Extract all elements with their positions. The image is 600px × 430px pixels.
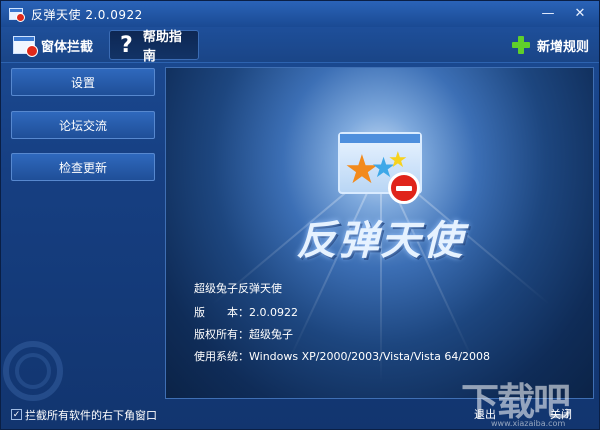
forum-button[interactable]: 论坛交流 [11,111,155,139]
brand-logo-text: 反弹天使 [296,218,465,264]
add-rule-button[interactable]: 新增规则 [505,30,595,60]
help-guide-label: 帮助指南 [142,30,182,64]
plus-icon [511,35,531,55]
minimize-button[interactable]: — [539,5,557,22]
toolbar: 窗体拦截 ? 帮助指南 新增规则 [1,27,599,64]
version-text: 版 本：2.0.0922 [194,306,298,319]
copyright-text: 版权所有：超级兔子 [194,328,293,341]
title-bar[interactable]: 反弹天使 2.0.0922 — ✕ [1,1,599,27]
help-icon: ? [120,32,133,58]
app-icon [9,8,25,22]
watermark-url: www.xiazaiba.com [491,419,566,428]
help-guide-tab[interactable]: ? 帮助指南 [109,30,199,64]
intercept-all-label[interactable]: 拦截所有软件的右下角窗口 [25,407,157,423]
system-requirements-text: 使用系统：Windows XP/2000/2003/Vista/Vista 64… [194,350,491,363]
app-window: 反弹天使 2.0.0922 — ✕ 窗体拦截 ? 帮助指南 新增规则 设置 论坛… [0,0,600,430]
watermark-logo: 下载吧 [461,380,571,424]
stop-icon [388,172,420,204]
add-rule-label: 新增规则 [537,39,590,55]
star-icon: ★ [388,148,408,173]
window-block-icon [13,36,38,57]
about-panel: ★ ★ ★ 反弹天使 超级兔子反弹天使 版 本：2.0.0922 版权所有：超级… [165,67,594,399]
close-window-button[interactable]: ✕ [571,5,589,22]
decorative-swirl-inner [15,353,51,389]
settings-button[interactable]: 设置 [11,68,155,96]
intercept-all-checkbox[interactable]: ✓ [11,409,22,420]
product-name: 超级兔子反弹天使 [194,282,282,295]
window-title: 反弹天使 2.0.0922 [31,7,143,22]
window-intercept-label: 窗体拦截 [41,39,94,55]
check-update-button[interactable]: 检查更新 [11,153,155,181]
window-intercept-tab[interactable]: 窗体拦截 [7,30,99,60]
